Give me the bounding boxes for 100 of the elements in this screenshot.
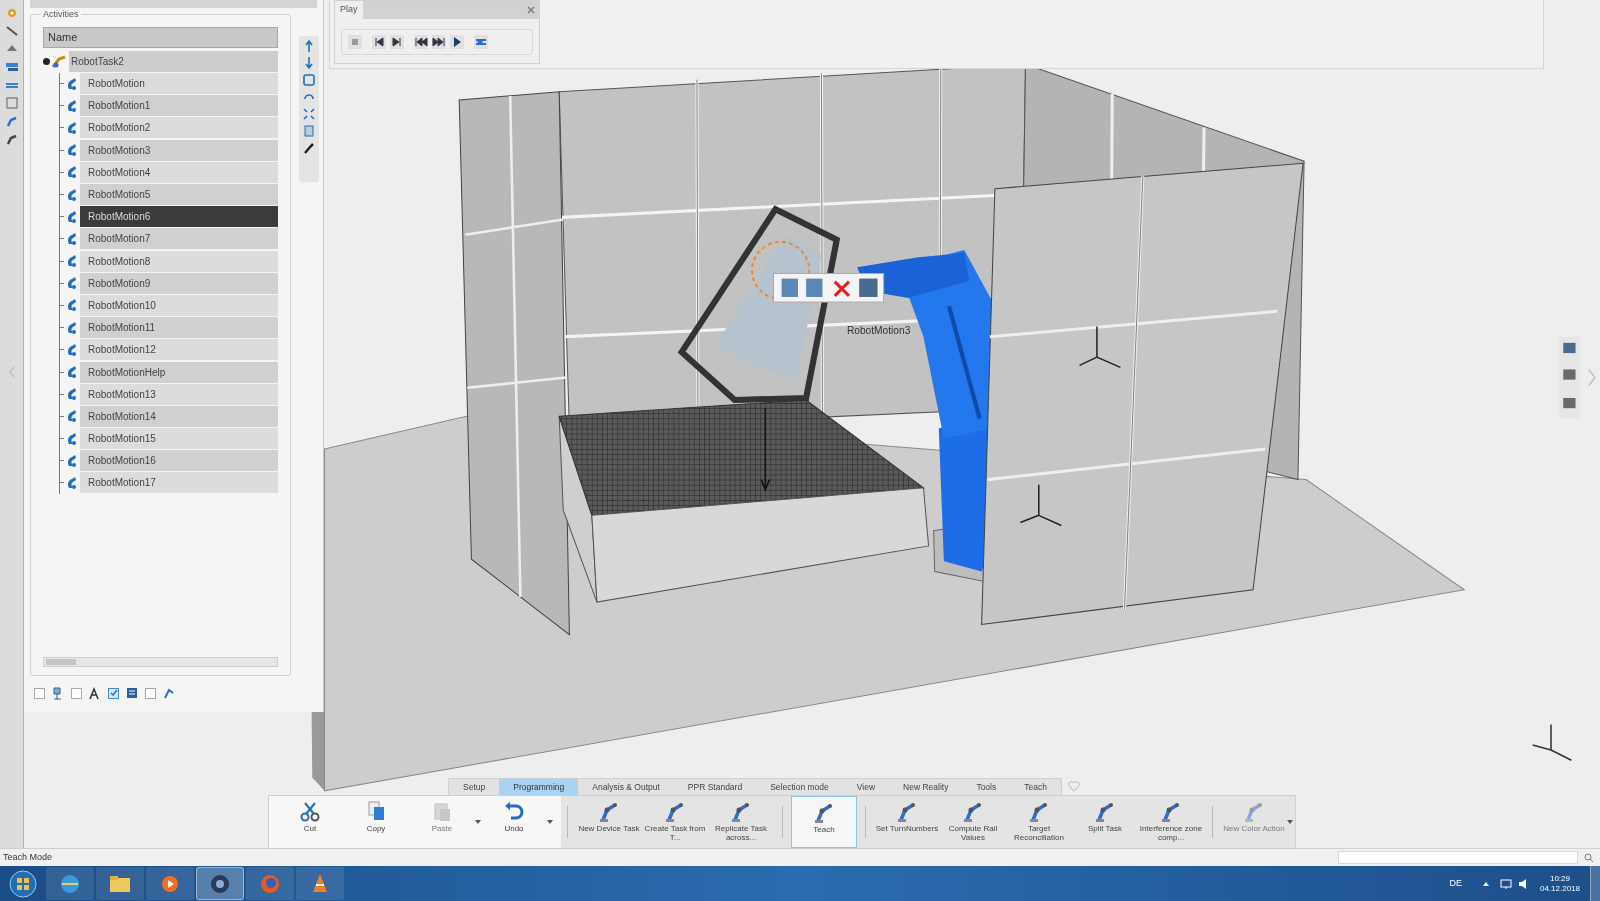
tree-item[interactable]: RobotMotion14 bbox=[80, 405, 279, 427]
tree-item[interactable]: RobotMotion13 bbox=[80, 383, 279, 405]
skip-end-icon[interactable] bbox=[432, 35, 446, 49]
tree-item[interactable]: RobotMotion12 bbox=[80, 339, 279, 361]
robot-motion-icon bbox=[65, 365, 79, 380]
tree-item[interactable]: RobotMotionHelp bbox=[80, 361, 279, 383]
play-icon[interactable] bbox=[450, 35, 464, 49]
tree-item[interactable]: RobotMotion3 bbox=[80, 139, 279, 161]
step-forward-icon[interactable] bbox=[390, 35, 404, 49]
clock-time[interactable]: 10:29 bbox=[1549, 873, 1570, 884]
taskbar-button[interactable] bbox=[96, 867, 144, 900]
robot-motion-icon bbox=[65, 409, 79, 424]
coordinate-frame-drawing bbox=[1019, 483, 1062, 527]
ribbon-tab[interactable]: Selection mode bbox=[756, 779, 843, 795]
ribbon-button[interactable]: Undo bbox=[481, 796, 547, 848]
robot-motion-icon bbox=[65, 431, 79, 446]
robot-arm-icon bbox=[962, 800, 984, 822]
panel-title: Play bbox=[339, 3, 359, 17]
ribbon-tab[interactable]: New Reality bbox=[889, 779, 963, 795]
ribbon-tab[interactable]: View bbox=[842, 779, 890, 795]
layers-icon[interactable] bbox=[4, 60, 19, 74]
scissors-icon bbox=[299, 800, 321, 822]
robot-arm-icon bbox=[1028, 800, 1050, 822]
checkbox[interactable] bbox=[145, 687, 156, 699]
filter-icon[interactable] bbox=[88, 686, 102, 700]
tree-item[interactable]: RobotMotion10 bbox=[80, 294, 279, 316]
axis-triad-icon[interactable] bbox=[1531, 723, 1573, 761]
expand-toggle[interactable] bbox=[43, 57, 50, 65]
robot-arm-icon[interactable] bbox=[4, 114, 19, 128]
tree-item[interactable]: RobotTask2 bbox=[69, 50, 279, 72]
tree-item[interactable]: RobotMotion8 bbox=[80, 250, 279, 272]
show-desktop-button[interactable] bbox=[1590, 866, 1600, 901]
checkbox[interactable] bbox=[71, 687, 82, 699]
tree-item[interactable]: RobotMotion11 bbox=[80, 317, 279, 339]
ribbon-tab[interactable]: Analysis & Output bbox=[578, 779, 674, 795]
robot-arm-icon bbox=[896, 800, 918, 822]
tree-item[interactable]: RobotMotion4 bbox=[80, 161, 279, 183]
ribbon-tab[interactable]: Tools bbox=[962, 779, 1011, 795]
tree-item[interactable]: RobotMotion16 bbox=[80, 450, 279, 472]
horizontal-scrollbar[interactable] bbox=[43, 657, 279, 667]
tree-item[interactable]: RobotMotion5 bbox=[80, 184, 279, 206]
ribbon-tab[interactable]: Setup bbox=[449, 779, 500, 795]
tree-item[interactable]: RobotMotion6 bbox=[80, 206, 279, 228]
clock-date[interactable]: 04.12.2018 bbox=[1539, 883, 1580, 894]
pause-icon[interactable] bbox=[348, 35, 362, 49]
caret-icon[interactable] bbox=[547, 820, 553, 824]
brush-icon[interactable] bbox=[302, 141, 317, 155]
checkbox[interactable] bbox=[108, 687, 119, 699]
ribbon-button[interactable]: Create Task from T... bbox=[642, 796, 708, 848]
checkbox[interactable] bbox=[34, 687, 45, 699]
network-icon[interactable] bbox=[1499, 877, 1512, 890]
skip-start-icon[interactable] bbox=[414, 35, 428, 49]
ribbon-button[interactable]: New Device Task bbox=[576, 796, 642, 848]
tree-item[interactable]: RobotMotion7 bbox=[80, 228, 279, 250]
ribbon-button[interactable]: Split Task bbox=[1072, 796, 1138, 848]
search-icon[interactable] bbox=[1584, 852, 1594, 863]
ribbon-button[interactable]: Copy bbox=[343, 796, 409, 848]
view-toolbar[interactable] bbox=[1559, 336, 1580, 419]
ribbon-tab[interactable]: Programming bbox=[499, 779, 579, 795]
frame-icon[interactable] bbox=[302, 73, 317, 87]
copy-icon bbox=[365, 800, 387, 822]
close-icon[interactable] bbox=[527, 6, 535, 14]
tree-item[interactable]: RobotMotion2 bbox=[80, 117, 279, 139]
robot-motion-icon bbox=[65, 254, 79, 269]
ribbon-tab[interactable]: PPR Standard bbox=[673, 779, 757, 795]
scrollbar-thumb[interactable] bbox=[46, 659, 76, 665]
context-toolbar[interactable] bbox=[772, 272, 885, 303]
ribbon-button[interactable]: Teach bbox=[791, 796, 857, 848]
ribbon-button[interactable]: Target Reconciliation bbox=[1006, 796, 1072, 848]
robot-motion-icon bbox=[65, 298, 79, 313]
filter-icon[interactable] bbox=[125, 686, 139, 700]
robot-motion-icon bbox=[65, 475, 79, 490]
tree-item[interactable]: RobotMotion bbox=[80, 73, 279, 95]
ribbon-button[interactable]: Interference zone comp... bbox=[1138, 796, 1204, 848]
start-button[interactable] bbox=[8, 868, 38, 899]
ribbon-tab[interactable]: Teach bbox=[1010, 779, 1061, 795]
ribbon-button[interactable]: Replicate Task across... bbox=[708, 796, 774, 848]
expand-icon[interactable] bbox=[302, 107, 317, 121]
tree-item[interactable]: RobotMotion1 bbox=[80, 95, 279, 117]
taskbar-button[interactable] bbox=[196, 867, 244, 900]
ribbon-button[interactable]: Cut bbox=[277, 796, 343, 848]
step-back-icon[interactable] bbox=[372, 35, 386, 49]
column-header[interactable]: Name bbox=[43, 27, 279, 48]
robot-arm-icon bbox=[664, 800, 686, 822]
robot-arm-icon bbox=[1160, 800, 1182, 822]
tree-item[interactable]: RobotMotion9 bbox=[80, 272, 279, 294]
ribbon-button[interactable]: Set TurnNumbers bbox=[874, 796, 940, 848]
tool-icon[interactable] bbox=[4, 24, 19, 38]
tree-item[interactable]: RobotMotion15 bbox=[80, 428, 279, 450]
robot-motion-icon bbox=[65, 143, 79, 158]
robot-arm-icon[interactable] bbox=[4, 132, 19, 146]
tree-item[interactable]: RobotMotion17 bbox=[80, 472, 279, 494]
clipboard-icon bbox=[431, 800, 453, 822]
robot-arm-icon bbox=[598, 800, 620, 822]
robot-motion-icon bbox=[65, 453, 79, 468]
settings-icon[interactable] bbox=[474, 35, 488, 49]
ribbon-button[interactable]: Compute Rail Values bbox=[940, 796, 1006, 848]
taskbar-button[interactable] bbox=[46, 867, 94, 900]
command-field[interactable] bbox=[1338, 851, 1578, 864]
language-indicator[interactable]: DE bbox=[1449, 876, 1462, 891]
